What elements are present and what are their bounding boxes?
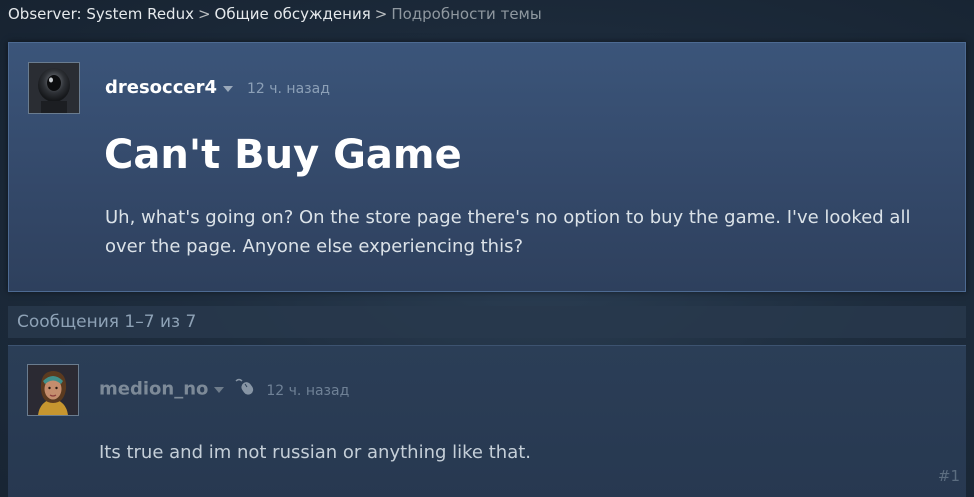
- comment-index[interactable]: #1: [938, 467, 960, 485]
- author-avatar[interactable]: [28, 62, 80, 114]
- topic-post: dresoccer4 12 ч. назад Can't Buy Game Uh,…: [8, 42, 966, 292]
- discussion-page: Observer: System Redux > Общие обсуждения >…: [0, 0, 974, 497]
- breadcrumb-separator: >: [374, 5, 388, 23]
- topic-author-line: dresoccer4 12 ч. назад: [105, 77, 330, 99]
- messages-count-bar: Сообщения 1–7 из 7: [8, 306, 966, 338]
- breadcrumb-game-link[interactable]: Observer: System Redux: [8, 5, 194, 23]
- comment: medion_no 12 ч. назад Its true and im no…: [8, 345, 966, 497]
- commenter-avatar[interactable]: [27, 364, 79, 416]
- chevron-down-icon[interactable]: [223, 85, 233, 92]
- chevron-down-icon[interactable]: [214, 387, 225, 393]
- topic-author-name[interactable]: dresoccer4: [105, 77, 217, 98]
- breadcrumb-forum-link[interactable]: Общие обсуждения: [215, 5, 371, 23]
- breadcrumb: Observer: System Redux > Общие обсуждения >…: [8, 4, 542, 24]
- topic-body: Uh, what's going on? On the store page t…: [105, 207, 911, 257]
- comment-author-name[interactable]: medion_no: [99, 379, 208, 400]
- comment-timestamp: 12 ч. назад: [266, 382, 350, 399]
- comment-author-line: medion_no 12 ч. назад: [99, 377, 350, 400]
- topic-timestamp: 12 ч. назад: [247, 81, 330, 97]
- breadcrumb-separator: >: [197, 5, 211, 23]
- comment-body: Its true and im not russian or anything …: [99, 442, 531, 463]
- mouse-icon: [234, 377, 256, 403]
- character-portrait-icon: [28, 365, 78, 415]
- breadcrumb-current: Подробности темы: [391, 5, 542, 23]
- topic-title: Can't Buy Game: [104, 132, 462, 178]
- messages-count: Сообщения 1–7 из 7: [17, 312, 197, 332]
- robot-avatar-icon: [29, 63, 79, 113]
